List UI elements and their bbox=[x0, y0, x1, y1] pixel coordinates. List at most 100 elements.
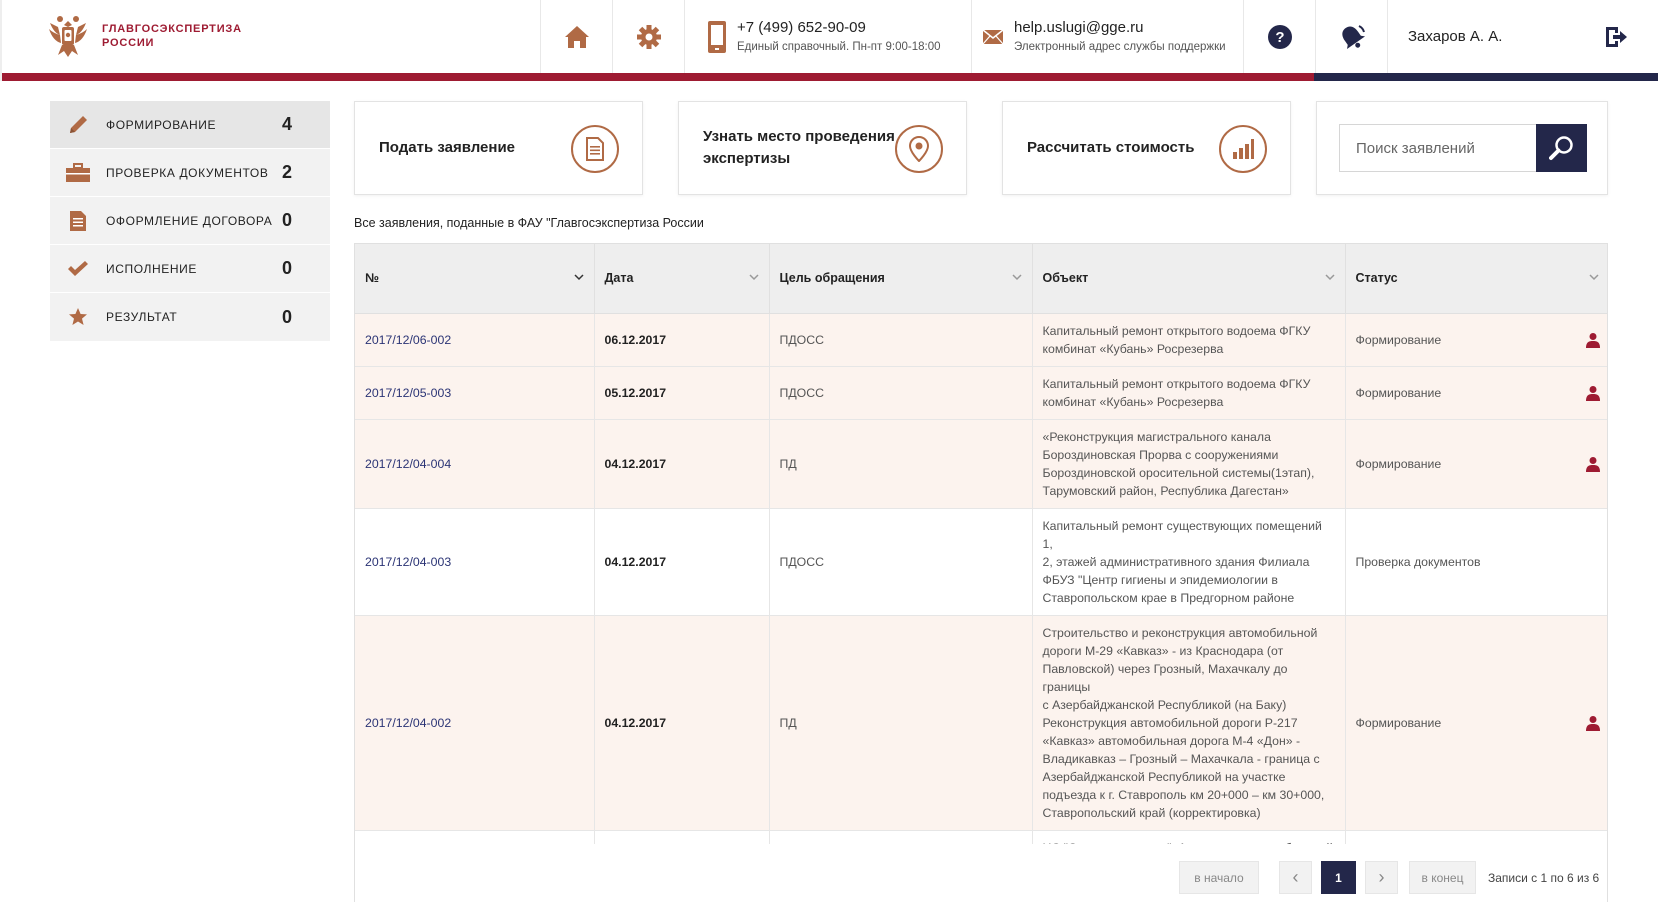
find-location-label-line2: экспертизы bbox=[703, 150, 791, 167]
home-button[interactable] bbox=[540, 0, 612, 73]
column-header-purpose[interactable]: Цель обращения bbox=[769, 244, 1033, 314]
table-row[interactable]: 2017/12/04-003 04.12.2017 ПДОСС Капитальный… bbox=[355, 508, 1607, 616]
application-object-line: «Кавказ» автомобильная дорога М-4 «Дон» … bbox=[1042, 733, 1301, 748]
sidebar-item-document-check[interactable]: ПРОВЕРКА ДОКУМЕНТОВ 2 bbox=[50, 149, 330, 197]
submit-application-card[interactable]: Подать заявление bbox=[354, 101, 643, 195]
status-label: Проверка документов bbox=[1355, 554, 1481, 569]
table-row[interactable]: 2017/12/04-004 04.12.2017 ПД «Реконструкция… bbox=[355, 419, 1607, 509]
column-header-date[interactable]: Дата bbox=[594, 244, 770, 314]
pagination-page-button[interactable]: 1 bbox=[1321, 861, 1356, 894]
application-object-line: Строительство и реконструкция автомобиль… bbox=[1042, 625, 1318, 640]
phone-icon bbox=[708, 20, 726, 53]
logout-icon bbox=[1606, 26, 1627, 47]
application-object-line: Бороздиновская Прорва с сооружениями bbox=[1042, 447, 1279, 462]
sidebar-item-forming[interactable]: ФОРМИРОВАНИЕ 4 bbox=[50, 101, 330, 149]
check-icon bbox=[68, 260, 88, 276]
settings-button[interactable] bbox=[612, 0, 684, 73]
application-number-link[interactable]: 2017/12/06-002 bbox=[355, 313, 595, 367]
chevron-down-icon bbox=[1589, 274, 1599, 281]
svg-text:?: ? bbox=[1275, 29, 1284, 46]
pagination-next-button[interactable]: › bbox=[1365, 861, 1398, 894]
table-row[interactable]: 2017/12/06-002 06.12.2017 ПДОСС Капитальный… bbox=[355, 313, 1607, 367]
sidebar-item-label: РЕЗУЛЬТАТ bbox=[106, 310, 178, 324]
column-header-object[interactable]: Объект bbox=[1032, 244, 1346, 314]
table-body: 2017/12/06-002 06.12.2017 ПДОСС Капитальный… bbox=[355, 313, 1607, 884]
search-button[interactable] bbox=[1536, 124, 1587, 172]
chevron-down-icon bbox=[1011, 274, 1022, 281]
table-row[interactable]: 2017/12/05-003 05.12.2017 ПДОСС Капитальный… bbox=[355, 366, 1607, 420]
user-profile[interactable]: Захаров А. А. bbox=[1387, 0, 1574, 73]
application-status: Формирование bbox=[1345, 366, 1607, 420]
phone-contact[interactable]: +7 (499) 652-90-09 Единый справочный. Пн… bbox=[684, 0, 971, 73]
application-object-line: ФБУЗ "Центр гигиены и эпидемиологии в bbox=[1042, 572, 1278, 587]
sidebar-item-result[interactable]: РЕЗУЛЬТАТ 0 bbox=[50, 293, 330, 341]
pagination-first-button[interactable]: в начало bbox=[1179, 861, 1259, 894]
application-object-line: Азербайджанской Республикой на участке bbox=[1042, 769, 1286, 784]
table-caption: Все заявления, поданные в ФАУ "Главгосэк… bbox=[354, 216, 704, 230]
user-icon[interactable] bbox=[1586, 332, 1600, 353]
user-icon[interactable] bbox=[1586, 715, 1600, 736]
support-email[interactable]: help.uslugi@gge.ru bbox=[1014, 18, 1226, 37]
sidebar-item-count: 0 bbox=[282, 306, 293, 327]
sidebar-item-execution[interactable]: ИСПОЛНЕНИЕ 0 bbox=[50, 245, 330, 293]
application-number-link[interactable]: 2017/12/04-004 bbox=[355, 419, 595, 509]
header-accent-navy bbox=[1314, 73, 1658, 81]
document-icon bbox=[586, 137, 604, 161]
applications-table: № Дата Цель обращения Объект Статус 2017… bbox=[354, 243, 1608, 902]
find-location-card[interactable]: Узнать место проведения экспертизы bbox=[678, 101, 967, 195]
notifications-icon bbox=[1341, 24, 1365, 49]
pagination-prev-button[interactable]: ‹ bbox=[1279, 861, 1312, 894]
notifications-button[interactable] bbox=[1315, 0, 1387, 73]
search-card bbox=[1316, 101, 1608, 195]
chevron-down-icon bbox=[748, 274, 759, 281]
logout-button[interactable] bbox=[1574, 0, 1658, 73]
phone-number[interactable]: +7 (499) 652-90-09 bbox=[737, 18, 940, 37]
table-header-row: № Дата Цель обращения Объект Статус bbox=[355, 244, 1607, 314]
application-object-line: Тарумовский район, Республика Дагестан» bbox=[1042, 483, 1289, 498]
search-input[interactable] bbox=[1339, 124, 1536, 172]
calculate-cost-card[interactable]: Рассчитать стоимость bbox=[1002, 101, 1291, 195]
application-object-line: Капитальный ремонт открытого водоема ФГК… bbox=[1042, 376, 1311, 391]
column-header-number[interactable]: № bbox=[355, 244, 595, 314]
application-number-link[interactable]: 2017/12/05-003 bbox=[355, 366, 595, 420]
application-object-line: Павловской) через Грозный, Махачкалу до … bbox=[1042, 661, 1288, 694]
email-contact[interactable]: help.uslugi@gge.ru Электронный адрес слу… bbox=[971, 0, 1243, 73]
user-icon[interactable] bbox=[1586, 385, 1600, 406]
briefcase-icon bbox=[66, 162, 90, 182]
pagination-last-button[interactable]: в конец bbox=[1409, 861, 1476, 894]
phone-hours: Единый справочный. Пн-пт 9:00-18:00 bbox=[737, 41, 941, 53]
application-object-line: «Реконструкция магистрального канала bbox=[1042, 429, 1271, 444]
application-number-link[interactable]: 2017/12/04-002 bbox=[355, 615, 595, 831]
application-date: 04.12.2017 bbox=[594, 508, 770, 616]
application-object: Строительство и реконструкция автомобиль… bbox=[1032, 615, 1346, 831]
bar-chart-icon bbox=[1233, 139, 1254, 159]
application-purpose: ПДОСС bbox=[769, 366, 1033, 420]
header-accent-red bbox=[2, 73, 1314, 81]
home-icon bbox=[564, 25, 589, 48]
application-object-line: Ставропольском крае в Предгорном районе bbox=[1042, 590, 1295, 605]
column-header-status[interactable]: Статус bbox=[1345, 244, 1607, 314]
user-icon[interactable] bbox=[1586, 456, 1600, 477]
application-number-link[interactable]: 2017/12/04-003 bbox=[355, 508, 595, 616]
application-status: Формирование bbox=[1345, 313, 1607, 367]
application-object-line: Капитальный ремонт открытого водоема ФГК… bbox=[1042, 323, 1311, 338]
status-label: Формирование bbox=[1355, 332, 1442, 347]
user-name: Захаров А. А. bbox=[1408, 28, 1503, 45]
application-object: «Реконструкция магистрального канала Боро… bbox=[1032, 419, 1346, 509]
logo-title: ГЛАВГОСЭКСПЕРТИЗА bbox=[102, 23, 242, 35]
application-date: 05.12.2017 bbox=[594, 366, 770, 420]
sidebar-item-contract[interactable]: ОФОРМЛЕНИЕ ДОГОВОРА 0 bbox=[50, 197, 330, 245]
star-icon bbox=[69, 308, 87, 325]
table-row[interactable]: 2017/12/04-002 04.12.2017 ПД Строительство … bbox=[355, 615, 1607, 831]
help-button[interactable]: ? bbox=[1243, 0, 1315, 73]
support-email-caption: Электронный адрес службы поддержки bbox=[1014, 41, 1226, 53]
status-label: Формирование bbox=[1355, 385, 1442, 400]
sidebar-item-label: ОФОРМЛЕНИЕ ДОГОВОРА bbox=[106, 213, 273, 228]
application-purpose: ПД bbox=[769, 615, 1033, 831]
application-status: Формирование bbox=[1345, 615, 1607, 831]
logo[interactable]: ГЛАВГОСЭКСПЕРТИЗА РОССИИ bbox=[48, 13, 242, 59]
sidebar-item-count: 0 bbox=[282, 210, 293, 230]
application-object-line: Владикавказ – Грозный – Махачкала - гран… bbox=[1042, 751, 1320, 766]
application-status: Проверка документов bbox=[1345, 508, 1607, 616]
sidebar-item-label: ИСПОЛНЕНИЕ bbox=[106, 261, 197, 276]
